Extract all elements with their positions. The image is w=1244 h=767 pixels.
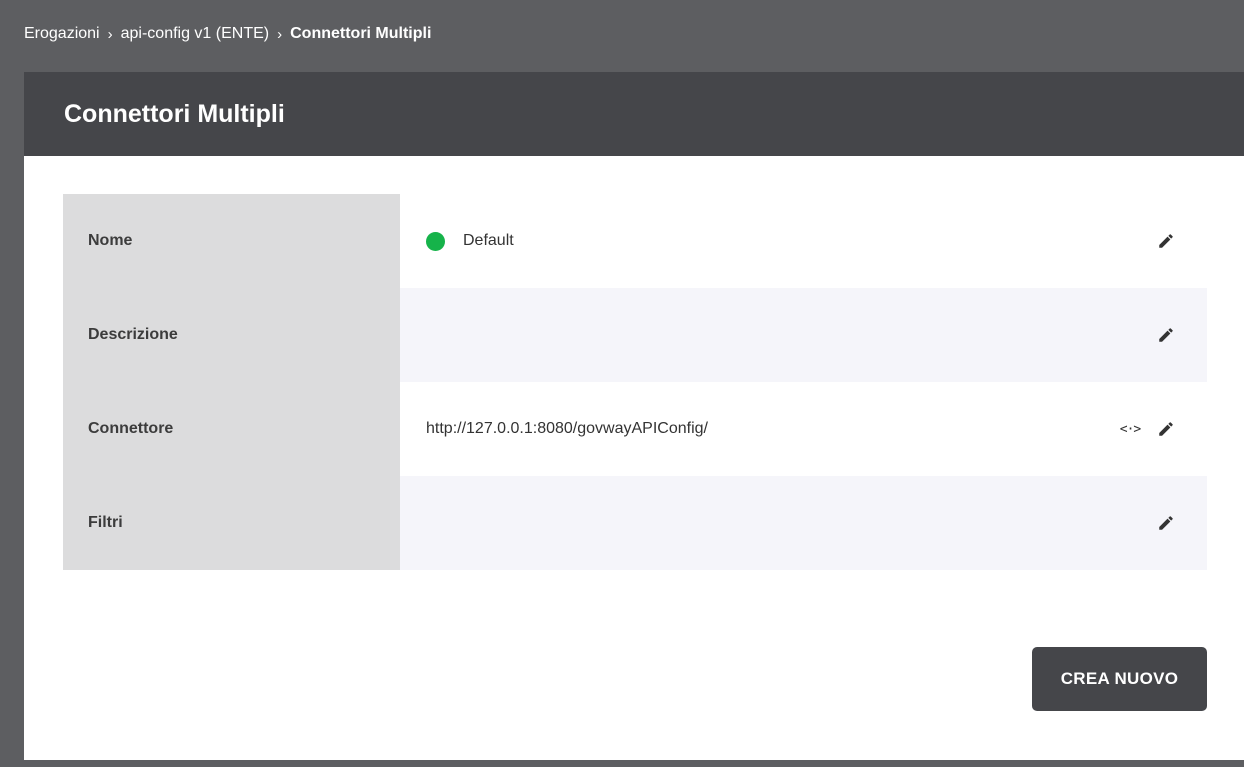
breadcrumb-current: Connettori Multipli — [290, 25, 432, 42]
detail-row-filtri: Filtri — [63, 476, 1207, 570]
edit-nome-button[interactable] — [1153, 228, 1179, 254]
pencil-icon — [1159, 516, 1173, 530]
code-icon[interactable]: <·> — [1117, 416, 1143, 442]
edit-filtri-button[interactable] — [1153, 510, 1179, 536]
row-label: Connettore — [63, 382, 400, 476]
breadcrumb-api-config-link[interactable]: api-config v1 (ENTE) — [121, 25, 270, 43]
crea-nuovo-button[interactable]: CREA NUOVO — [1032, 647, 1207, 711]
row-value-cell: Default — [400, 194, 1207, 288]
pencil-icon — [1159, 422, 1173, 436]
row-value: Default — [463, 232, 514, 249]
content-panel: Connettori Multipli Nome Default Descriz… — [24, 72, 1244, 760]
row-value-cell: http://127.0.0.1:8080/govwayAPIConfig/ <… — [400, 382, 1207, 476]
connector-url: http://127.0.0.1:8080/govwayAPIConfig/ — [426, 420, 708, 437]
breadcrumb-separator: › — [107, 25, 113, 43]
page-header: Connettori Multipli — [24, 72, 1244, 156]
detail-row-nome: Nome Default — [63, 194, 1207, 288]
row-label: Filtri — [63, 476, 400, 570]
page-title: Connettori Multipli — [64, 99, 285, 128]
detail-row-connettore: Connettore http://127.0.0.1:8080/govwayA… — [63, 382, 1207, 476]
edit-connettore-button[interactable] — [1153, 416, 1179, 442]
breadcrumb-separator: › — [277, 25, 283, 43]
pencil-icon — [1159, 234, 1173, 248]
pencil-icon — [1159, 328, 1173, 342]
breadcrumb-erogazioni-link[interactable]: Erogazioni — [24, 25, 100, 43]
row-value-cell — [400, 476, 1207, 570]
edit-descrizione-button[interactable] — [1153, 322, 1179, 348]
detail-row-descrizione: Descrizione — [63, 288, 1207, 382]
row-label: Nome — [63, 194, 400, 288]
status-active-dot — [426, 231, 445, 251]
row-label: Descrizione — [63, 288, 400, 382]
detail-table: Nome Default Descrizione Connettore http… — [63, 194, 1207, 570]
breadcrumb: Erogazioni › api-config v1 (ENTE) › Conn… — [0, 0, 1244, 68]
row-value-cell — [400, 288, 1207, 382]
